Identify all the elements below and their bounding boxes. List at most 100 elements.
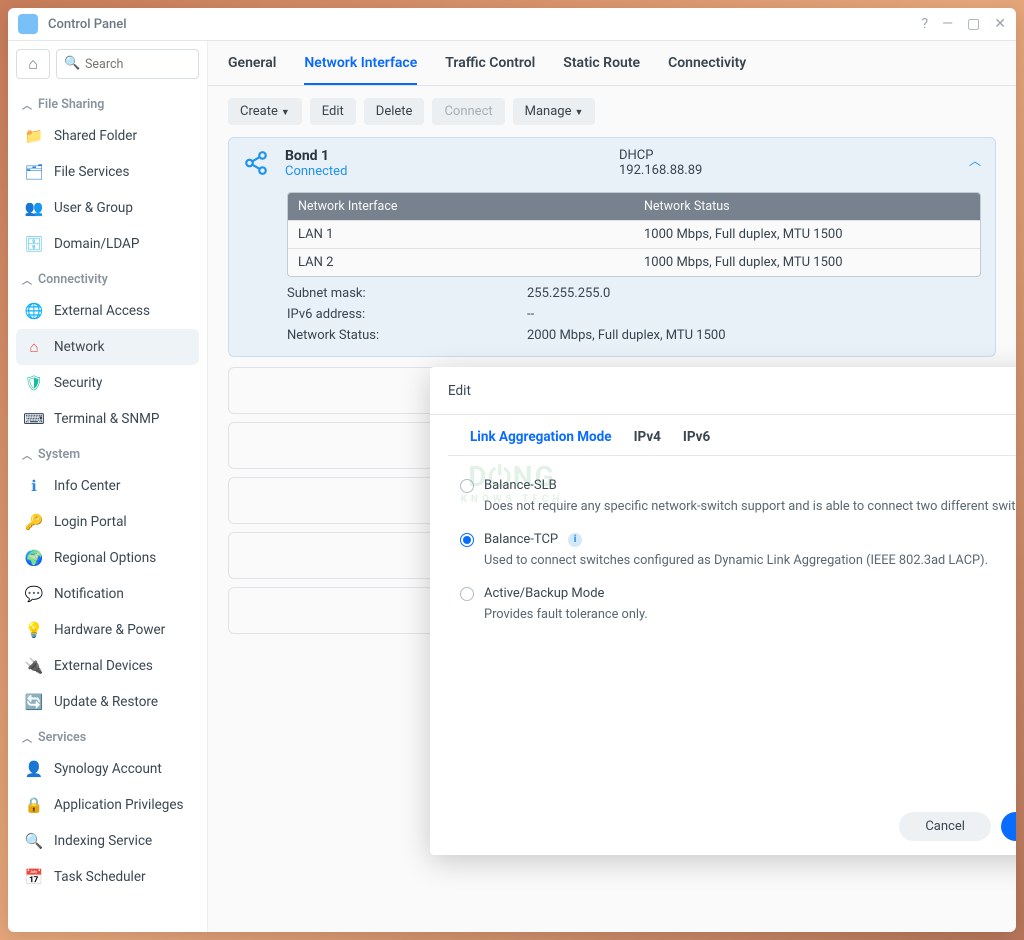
radio-description: Provides fault tolerance only. <box>460 607 1016 634</box>
sidebar-item-domain-ldap[interactable]: 🗄Domain/LDAP <box>16 226 199 262</box>
help-icon[interactable]: ? <box>921 16 928 32</box>
sidebar-item-label: External Access <box>54 303 150 319</box>
sidebar-item-info-center[interactable]: ℹInfo Center <box>16 468 199 504</box>
group-label: Connectivity <box>38 272 108 287</box>
modal-tab-ipv4[interactable]: IPv4 <box>634 429 661 455</box>
delete-button[interactable]: Delete <box>364 98 425 125</box>
sidebar-item-update-restore[interactable]: 🔄 Update & Restore <box>16 684 199 720</box>
create-button[interactable]: Create▼ <box>228 98 302 125</box>
sidebar-item-label: Hardware & Power <box>54 622 165 638</box>
sidebar-item-label: Synology Account <box>54 761 162 777</box>
modal-tab-link-aggregation-mode[interactable]: Link Aggregation Mode <box>470 429 612 455</box>
bond-ip: 192.168.88.89 <box>619 163 953 178</box>
sidebar-item-label: Security <box>54 375 102 391</box>
sidebar: ⌂ 🔍 ︿File Sharing📁Shared Folder🗂File Ser… <box>8 41 208 932</box>
main-panel: General Network Interface Traffic Control S… <box>208 41 1016 932</box>
th-status: Network Status <box>634 193 980 220</box>
radio-option-balance-slb[interactable]: Balance-SLB <box>460 472 1016 499</box>
login-portal-icon: 🔑 <box>24 512 44 532</box>
detail-value: 255.255.255.0 <box>527 286 610 301</box>
sidebar-item-application-privileges[interactable]: 🔒 Application Privileges <box>16 787 199 823</box>
radio-icon <box>460 587 474 601</box>
radio-description: Does not require any specific network-sw… <box>460 499 1016 526</box>
sidebar-item-external-devices[interactable]: 🔌External Devices <box>16 648 199 684</box>
chevron-up-icon: ︿ <box>22 730 32 745</box>
close-icon[interactable]: ✕ <box>994 16 1006 32</box>
tab-static-route[interactable]: Static Route <box>563 55 640 85</box>
sidebar-item-shared-folder[interactable]: 📁Shared Folder <box>16 118 199 154</box>
titlebar: Control Panel ? — ▢ ✕ <box>8 8 1016 41</box>
sidebar-item-hardware-power[interactable]: 💡Hardware & Power <box>16 612 199 648</box>
sidebar-item-network[interactable]: ⌂ Network <box>16 329 199 365</box>
manage-button[interactable]: Manage▼ <box>513 98 596 125</box>
sidebar-item-label: File Services <box>54 164 129 180</box>
update-restore-icon: 🔄 <box>24 692 44 712</box>
modal-tab-ipv6[interactable]: IPv6 <box>683 429 710 455</box>
indexing-service-icon: 🔍 <box>24 831 44 851</box>
radio-icon <box>460 533 474 547</box>
radio-label: Balance-TCP <box>484 532 558 547</box>
interface-table: Network Interface Network Status LAN 110… <box>287 192 981 277</box>
sidebar-item-login-portal[interactable]: 🔑Login Portal <box>16 504 199 540</box>
connect-button: Connect <box>432 98 504 125</box>
radio-option-balance-tcp[interactable]: Balance-TCP i <box>460 526 1016 553</box>
radio-label: Active/Backup Mode <box>484 586 604 601</box>
bond-details: Subnet mask:255.255.255.0IPv6 address:--… <box>287 283 981 346</box>
detail-row: Network Status:2000 Mbps, Full duplex, M… <box>287 325 981 346</box>
notification-icon: 💬 <box>24 584 44 604</box>
chevron-up-icon: ︿ <box>22 97 32 112</box>
sidebar-group-header[interactable]: ︿File Sharing <box>16 87 199 118</box>
sidebar-group-header[interactable]: ︿Services <box>16 720 199 751</box>
info-center-icon: ℹ <box>24 476 44 496</box>
chevron-up-icon[interactable]: ︿ <box>969 152 981 169</box>
info-icon[interactable]: i <box>568 533 582 547</box>
terminal-snmp-icon: ⌨ <box>24 409 44 429</box>
bond-card[interactable]: Bond 1 Connected DHCP 192.168.88.89 ︿ Ne… <box>228 137 996 357</box>
cancel-button[interactable]: Cancel <box>899 812 991 841</box>
tab-general[interactable]: General <box>228 55 276 85</box>
ok-button[interactable]: OK <box>1001 812 1016 841</box>
table-row[interactable]: LAN 21000 Mbps, Full duplex, MTU 1500 <box>288 248 980 276</box>
sidebar-item-label: Application Privileges <box>54 797 184 813</box>
sidebar-item-notification[interactable]: 💬 Notification <box>16 576 199 612</box>
sidebar-item-label: Notification <box>54 586 124 602</box>
radio-label: Balance-SLB <box>484 478 557 493</box>
tab-network-interface[interactable]: Network Interface <box>304 55 417 85</box>
sidebar-item-regional-options[interactable]: 🌍Regional Options <box>16 540 199 576</box>
edit-button[interactable]: Edit <box>310 98 356 125</box>
cell-interface: LAN 2 <box>288 249 634 276</box>
modal-title: Edit <box>448 383 471 399</box>
sidebar-item-external-access[interactable]: 🌐External Access <box>16 293 199 329</box>
shared-folder-icon: 📁 <box>24 126 44 146</box>
sidebar-item-label: Network <box>54 339 104 355</box>
sidebar-item-indexing-service[interactable]: 🔍Indexing Service <box>16 823 199 859</box>
detail-label: Network Status: <box>287 328 527 343</box>
home-button[interactable]: ⌂ <box>16 49 50 79</box>
sidebar-item-task-scheduler[interactable]: 📅Task Scheduler <box>16 859 199 895</box>
sidebar-item-label: External Devices <box>54 658 153 674</box>
tab-traffic-control[interactable]: Traffic Control <box>445 55 535 85</box>
sidebar-item-label: Terminal & SNMP <box>54 411 159 427</box>
table-row[interactable]: LAN 11000 Mbps, Full duplex, MTU 1500 <box>288 220 980 248</box>
maximize-icon[interactable]: ▢ <box>967 16 980 32</box>
radio-icon <box>460 479 474 493</box>
share-icon <box>243 150 269 182</box>
synology-account-icon: 👤 <box>24 759 44 779</box>
radio-option-active-backup-mode[interactable]: Active/Backup Mode <box>460 580 1016 607</box>
sidebar-group-header[interactable]: ︿System <box>16 437 199 468</box>
sidebar-item-security[interactable]: 🛡Security <box>16 365 199 401</box>
sidebar-item-file-services[interactable]: 🗂File Services <box>16 154 199 190</box>
cell-status: 1000 Mbps, Full duplex, MTU 1500 <box>634 221 980 248</box>
sidebar-item-user-group[interactable]: 👥User & Group <box>16 190 199 226</box>
application-privileges-icon: 🔒 <box>24 795 44 815</box>
chevron-up-icon: ︿ <box>22 272 32 287</box>
minimize-icon[interactable]: — <box>942 16 953 32</box>
cell-status: 1000 Mbps, Full duplex, MTU 1500 <box>634 249 980 276</box>
network-icon: ⌂ <box>24 337 44 357</box>
tab-connectivity[interactable]: Connectivity <box>668 55 746 85</box>
sidebar-item-synology-account[interactable]: 👤 Synology Account <box>16 751 199 787</box>
sidebar-item-label: Update & Restore <box>54 694 158 710</box>
sidebar-group-header[interactable]: ︿ Connectivity <box>16 262 199 293</box>
domain-ldap-icon: 🗄 <box>24 234 44 254</box>
sidebar-item-terminal-snmp[interactable]: ⌨ Terminal & SNMP <box>16 401 199 437</box>
